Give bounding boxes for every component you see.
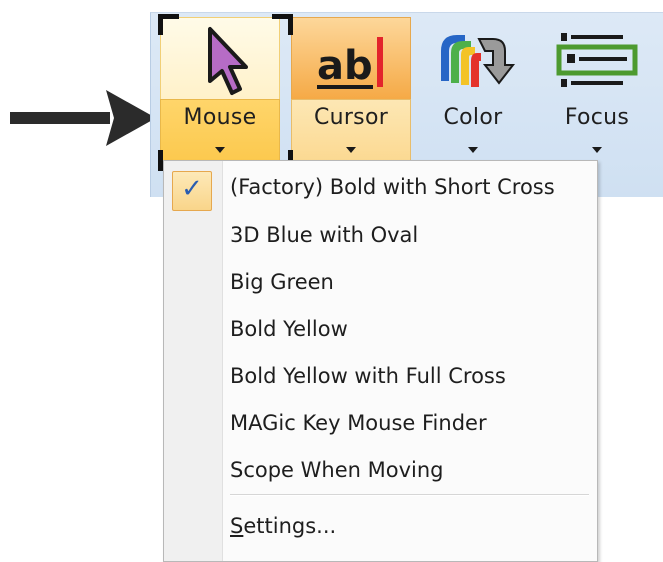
cursor-button[interactable]: ab Cursor: [291, 17, 411, 167]
menu-item-bold-yellow-full-cross[interactable]: Bold Yellow with Full Cross: [230, 354, 589, 398]
menu-item-bold-yellow[interactable]: Bold Yellow: [230, 307, 589, 351]
mouse-button-label: Mouse: [183, 105, 257, 130]
menu-gutter: [164, 161, 223, 561]
chevron-down-icon: [468, 147, 478, 153]
settings-mnemonic: S: [230, 514, 244, 538]
menu-item-settings[interactable]: Settings...: [230, 504, 589, 548]
chevron-down-icon: [592, 147, 602, 153]
pointer-arrow-icon: [10, 90, 156, 146]
menu-item-big-green[interactable]: Big Green: [230, 260, 589, 304]
cursor-button-label: Cursor: [313, 105, 389, 130]
svg-text:ab: ab: [317, 43, 373, 89]
color-button-label: Color: [443, 105, 503, 130]
chevron-down-icon: [215, 147, 225, 153]
selection-bracket: [272, 14, 293, 35]
chevron-down-icon: [346, 147, 356, 153]
selection-bracket: [158, 14, 179, 35]
menu-item-3d-blue-oval[interactable]: 3D Blue with Oval: [230, 213, 589, 257]
color-button[interactable]: Color: [413, 17, 533, 167]
menu-item-scope-when-moving[interactable]: Scope When Moving: [230, 448, 589, 492]
focus-button-label: Focus: [564, 105, 630, 130]
menu-item-factory-bold-short-cross[interactable]: (Factory) Bold with Short Cross: [230, 165, 589, 209]
checkmark-icon: ✓: [181, 174, 203, 204]
checkmark-indicator: ✓: [172, 171, 212, 211]
focus-button[interactable]: Focus: [537, 17, 657, 167]
mouse-button[interactable]: Mouse: [160, 17, 280, 167]
focus-highlight-icon: [537, 21, 657, 105]
mouse-scheme-menu: ✓ (Factory) Bold with Short Cross 3D Blu…: [163, 160, 598, 562]
menu-separator: [230, 494, 589, 496]
color-scheme-icon: [413, 21, 533, 105]
settings-label-rest: ettings...: [243, 514, 337, 538]
menu-item-magic-key-mouse-finder[interactable]: MAGic Key Mouse Finder: [230, 401, 589, 445]
text-cursor-icon: ab: [291, 21, 411, 105]
